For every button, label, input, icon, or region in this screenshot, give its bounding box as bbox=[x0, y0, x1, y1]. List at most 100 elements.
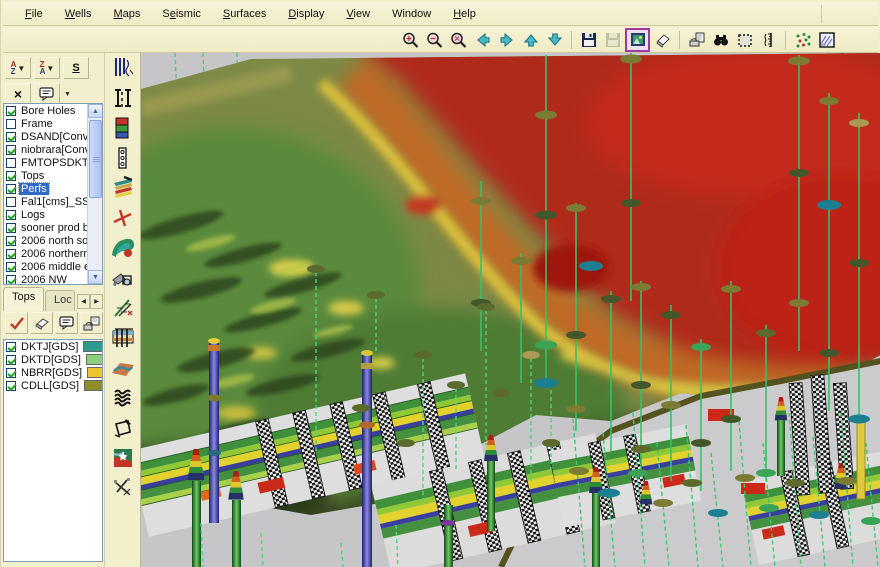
backdrop-button[interactable] bbox=[815, 29, 838, 51]
layer-checkbox[interactable] bbox=[6, 235, 16, 246]
layer-label[interactable]: 2006 northern bbox=[19, 248, 92, 260]
layer-checkbox[interactable] bbox=[6, 222, 16, 233]
menu-file[interactable]: File bbox=[15, 5, 53, 23]
comment-button[interactable] bbox=[34, 83, 60, 105]
layer-checkbox[interactable] bbox=[6, 118, 16, 129]
menu-surfaces[interactable]: Surfaces bbox=[213, 5, 276, 23]
select-area-button[interactable] bbox=[733, 29, 756, 51]
layer-checkbox[interactable] bbox=[6, 261, 16, 272]
layer-stack-edit-button[interactable] bbox=[108, 174, 138, 201]
surface-3d-button[interactable] bbox=[108, 354, 138, 381]
layer-checkbox[interactable] bbox=[6, 157, 16, 168]
tab-scroll-right-button[interactable]: ▶ bbox=[90, 294, 103, 309]
menu-wells[interactable]: Wells bbox=[55, 5, 102, 23]
wellbore-display-button[interactable] bbox=[108, 144, 138, 171]
layer-label[interactable]: sooner prod b bbox=[19, 222, 91, 234]
erase-button[interactable] bbox=[651, 29, 674, 51]
menu-help[interactable]: Help bbox=[443, 5, 486, 23]
layer-label[interactable]: Perfs bbox=[18, 182, 50, 195]
layer-list[interactable]: Bore Holes Frame DSAND[Conv niobrara[Con… bbox=[3, 103, 103, 285]
zoom-out-button[interactable] bbox=[423, 29, 446, 51]
top-label[interactable]: DKTJ[GDS] bbox=[19, 341, 80, 353]
pan-left-button[interactable] bbox=[471, 29, 494, 51]
fill-export-button[interactable] bbox=[108, 264, 138, 291]
layer-label[interactable]: niobrara[Conv bbox=[19, 144, 92, 156]
top-checkbox[interactable] bbox=[6, 354, 16, 365]
tops-comment-button[interactable] bbox=[55, 312, 78, 334]
zoom-in-button[interactable] bbox=[399, 29, 422, 51]
layer-checkbox[interactable] bbox=[6, 170, 16, 181]
layer-label[interactable]: DSAND[Conv bbox=[19, 131, 90, 143]
color-swatch[interactable] bbox=[84, 380, 102, 391]
save-copy-button[interactable] bbox=[601, 29, 624, 51]
scroll-up-button[interactable]: ▲ bbox=[88, 104, 102, 118]
polygon-draw-button[interactable] bbox=[108, 414, 138, 441]
top-checkbox[interactable] bbox=[6, 341, 16, 352]
top-row[interactable]: DKTD[GDS] bbox=[4, 353, 102, 366]
color-swatch[interactable] bbox=[83, 341, 102, 352]
comment-dropdown-arrow[interactable]: ▼ bbox=[64, 91, 71, 98]
sort-s-button[interactable]: S bbox=[63, 57, 89, 79]
scroll-down-button[interactable]: ▼ bbox=[88, 270, 102, 284]
top-checkbox[interactable] bbox=[6, 367, 16, 378]
layer-label[interactable]: 2006 middle e bbox=[19, 261, 92, 273]
top-checkbox[interactable] bbox=[6, 380, 16, 391]
layer-checkbox[interactable] bbox=[6, 248, 16, 259]
color-swatch[interactable] bbox=[85, 354, 102, 365]
basemap-star-button[interactable] bbox=[108, 444, 138, 471]
layer-label[interactable]: 2006 north so bbox=[19, 235, 90, 247]
tops-list[interactable]: DKTJ[GDS] DKTD[GDS] NBRR[GDS] CDLL[GDS] bbox=[3, 339, 103, 562]
layer-checkbox[interactable] bbox=[6, 105, 16, 116]
layer-label[interactable]: Fal1[cms]_SS bbox=[19, 196, 91, 208]
pan-down-button[interactable] bbox=[543, 29, 566, 51]
layer-label[interactable]: Logs bbox=[19, 209, 47, 221]
delete-item-button[interactable]: × bbox=[5, 83, 31, 105]
apply-tops-button[interactable] bbox=[5, 312, 28, 334]
top-label[interactable]: CDLL[GDS] bbox=[19, 380, 81, 392]
crossplot-picks-button[interactable] bbox=[108, 474, 138, 501]
layer-label[interactable]: FMTOPSDKT bbox=[19, 157, 91, 169]
well-symbols-button[interactable] bbox=[791, 29, 814, 51]
menu-seismic[interactable]: Seismic bbox=[152, 5, 211, 23]
correlation-pick-button[interactable] bbox=[108, 204, 138, 231]
export-view-button[interactable] bbox=[685, 29, 708, 51]
angle-picks-button[interactable] bbox=[108, 294, 138, 321]
layer-checkbox[interactable] bbox=[6, 183, 16, 194]
layer-checkbox[interactable] bbox=[6, 209, 16, 220]
well-log-curves-button[interactable] bbox=[108, 54, 138, 81]
layer-label[interactable]: Frame bbox=[19, 118, 55, 130]
menu-window[interactable]: Window bbox=[382, 5, 441, 23]
menu-view[interactable]: View bbox=[336, 5, 380, 23]
zoom-area-button[interactable] bbox=[447, 29, 470, 51]
hatch-pattern-button[interactable] bbox=[108, 384, 138, 411]
tab-scroll-left-button[interactable]: ◀ bbox=[77, 294, 90, 309]
sort-az-button[interactable]: AZ ▼ bbox=[5, 57, 31, 79]
layer-checkbox[interactable] bbox=[6, 196, 16, 207]
layer-checkbox[interactable] bbox=[6, 274, 16, 284]
menu-display[interactable]: Display bbox=[278, 5, 334, 23]
color-swatch[interactable] bbox=[87, 367, 102, 378]
color-fill-blocks-button[interactable] bbox=[108, 114, 138, 141]
pan-right-button[interactable] bbox=[495, 29, 518, 51]
top-label[interactable]: DKTD[GDS] bbox=[19, 354, 83, 366]
contour-map-button[interactable] bbox=[108, 234, 138, 261]
menu-maps[interactable]: Maps bbox=[103, 5, 150, 23]
layer-label[interactable]: 2006 NW bbox=[19, 274, 69, 285]
cross-section-button[interactable] bbox=[108, 84, 138, 111]
layer-checkbox[interactable] bbox=[6, 131, 16, 142]
pan-up-button[interactable] bbox=[519, 29, 542, 51]
tops-export-button[interactable] bbox=[80, 312, 103, 334]
layer-label[interactable]: Bore Holes bbox=[19, 105, 77, 117]
save-button[interactable] bbox=[577, 29, 600, 51]
top-row[interactable]: NBRR[GDS] bbox=[4, 366, 102, 379]
sort-za-button[interactable]: ZA ▼ bbox=[34, 57, 60, 79]
vertical-scale-button[interactable] bbox=[757, 29, 780, 51]
capture-image-button[interactable] bbox=[625, 28, 650, 52]
layer-list-scrollbar[interactable]: ▲ ▼ bbox=[87, 104, 102, 284]
tab-tops[interactable]: Tops bbox=[3, 287, 44, 311]
scroll-thumb[interactable] bbox=[89, 120, 102, 198]
fence-diagram-button[interactable] bbox=[108, 324, 138, 351]
erase-tops-button[interactable] bbox=[30, 312, 53, 334]
find-well-button[interactable] bbox=[709, 29, 732, 51]
top-label[interactable]: NBRR[GDS] bbox=[19, 367, 84, 379]
